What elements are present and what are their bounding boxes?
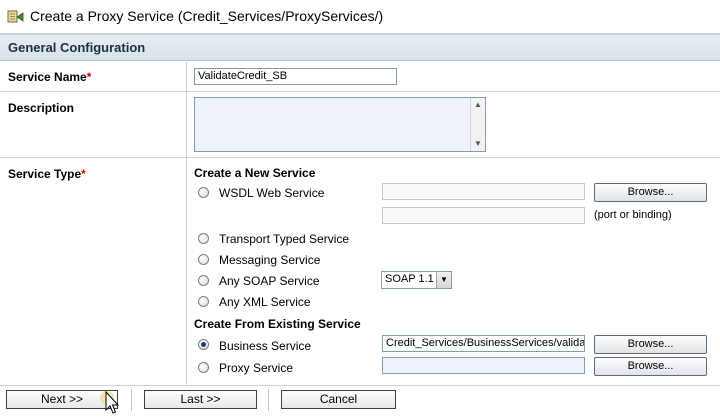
description-label-cell: Description	[0, 92, 187, 157]
soap-version-select[interactable]: SOAP 1.1 ▼	[381, 271, 452, 289]
existing-service-title: Create From Existing Service	[194, 317, 361, 331]
business-browse-button[interactable]: Browse...	[594, 335, 707, 354]
business-service-input[interactable]: Credit_Services/BusinessServices/validat…	[382, 335, 585, 352]
create-new-title: Create a New Service	[194, 166, 316, 180]
xml-radio[interactable]	[198, 296, 209, 307]
proxy-browse-button[interactable]: Browse...	[594, 357, 707, 376]
service-type-label: Service Type*	[8, 167, 86, 181]
proxy-service-label: Proxy Service	[219, 361, 294, 375]
title-bar: Create a Proxy Service (Credit_Services/…	[0, 0, 720, 34]
wsdl-input[interactable]	[382, 183, 585, 200]
mouse-cursor-icon	[100, 390, 120, 414]
cancel-button[interactable]: Cancel	[281, 390, 396, 409]
port-hint: (port or binding)	[594, 209, 672, 221]
port-input[interactable]	[382, 207, 585, 224]
soap-version-value: SOAP 1.1	[385, 273, 434, 285]
soap-label: Any SOAP Service	[219, 274, 320, 288]
business-service-radio[interactable]	[198, 339, 209, 350]
wsdl-radio[interactable]	[198, 187, 209, 198]
last-button[interactable]: Last >>	[144, 390, 257, 409]
section-title: General Configuration	[8, 40, 146, 55]
divider	[131, 389, 132, 411]
transport-label: Transport Typed Service	[219, 232, 350, 246]
section-header: General Configuration	[0, 34, 720, 61]
service-type-label-cell: Service Type*	[0, 158, 187, 385]
service-name-input[interactable]: ValidateCredit_SB	[194, 68, 397, 85]
description-scrollbar[interactable]: ▲ ▼	[470, 98, 485, 151]
chevron-down-icon[interactable]: ▼	[436, 272, 451, 288]
service-name-label: Service Name*	[8, 70, 92, 84]
proxy-service-input[interactable]	[382, 357, 585, 374]
page-title: Create a Proxy Service (Credit_Services/…	[30, 8, 384, 24]
required-marker: *	[86, 70, 92, 84]
scroll-down-icon[interactable]: ▼	[471, 137, 485, 151]
wsdl-browse-button[interactable]: Browse...	[594, 183, 707, 202]
transport-radio[interactable]	[198, 233, 209, 244]
service-name-label-cell: Service Name*	[0, 62, 187, 91]
xml-label: Any XML Service	[219, 295, 311, 309]
required-marker: *	[81, 167, 86, 181]
divider	[268, 389, 269, 411]
messaging-label: Messaging Service	[219, 253, 321, 267]
description-row: Description ▲ ▼	[0, 92, 720, 158]
proxy-service-radio[interactable]	[198, 362, 209, 373]
business-service-label: Business Service	[219, 339, 312, 353]
wsdl-label: WSDL Web Service	[219, 186, 325, 200]
messaging-radio[interactable]	[198, 254, 209, 265]
description-textarea[interactable]: ▲ ▼	[194, 97, 486, 152]
service-name-row: Service Name* ValidateCredit_SB	[0, 62, 720, 92]
soap-radio[interactable]	[198, 275, 209, 286]
scroll-up-icon[interactable]: ▲	[471, 98, 485, 112]
proxy-service-icon	[7, 10, 24, 23]
description-label: Description	[8, 101, 75, 115]
